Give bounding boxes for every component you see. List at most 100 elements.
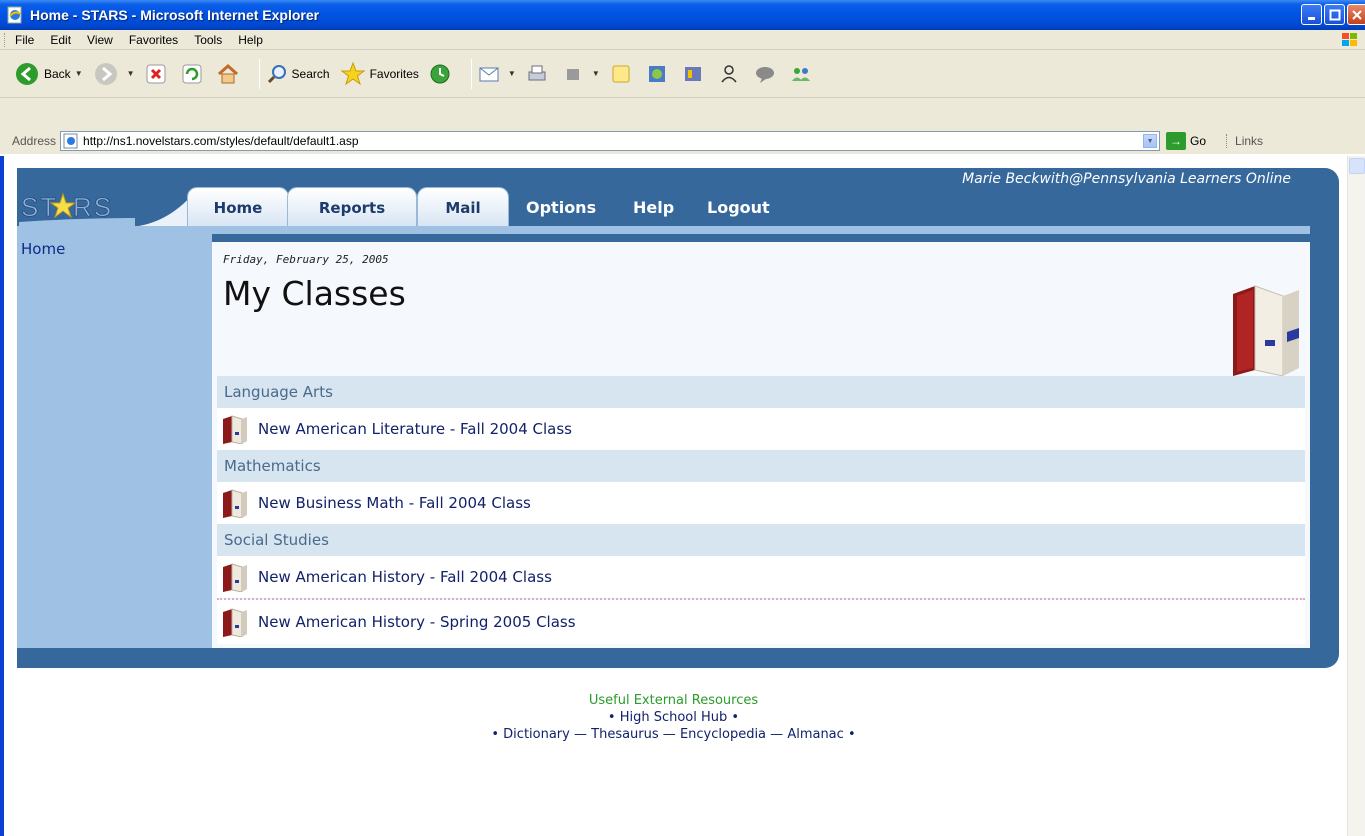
menu-edit[interactable]: Edit [48,33,73,47]
scroll-up-button[interactable] [1349,158,1365,174]
category-label: Mathematics [224,457,321,475]
print-icon [528,65,546,80]
home-button[interactable] [217,63,243,85]
category-social-studies: Social Studies [217,524,1305,556]
tab-underline [17,226,1310,234]
ie-page-icon [7,6,22,24]
back-dropdown-icon[interactable]: ▼ [75,69,83,78]
media-icon [684,66,701,81]
book-icon [223,563,247,592]
favorites-star-icon [340,61,366,85]
toolbar-grip[interactable] [4,32,7,47]
stars-logo[interactable]: ST RS [19,188,135,226]
nav-logout[interactable]: Logout [707,187,770,227]
address-url: http://ns1.novelstars.com/styles/default… [83,134,359,148]
category-mathematics: Mathematics [217,450,1305,482]
thesaurus-link[interactable]: Thesaurus [591,727,659,742]
dash-separator: — [662,727,676,742]
class-link[interactable]: New American Literature - Fall 2004 Clas… [258,420,572,438]
forward-button[interactable]: ▼ [93,61,135,87]
class-row[interactable]: New American History - Fall 2004 Class [217,556,1305,598]
high-school-hub-link[interactable]: High School Hub [620,710,728,725]
mail-dropdown-icon[interactable]: ▼ [508,69,516,78]
vertical-scrollbar[interactable] [1347,156,1365,836]
nav-help[interactable]: Help [633,187,674,227]
address-dropdown-button[interactable]: ▼ [1143,134,1158,148]
go-label: Go [1190,134,1207,148]
close-icon [1351,9,1362,20]
mail-button[interactable]: ▼ [478,63,516,85]
toolbar-separator [470,58,472,89]
resources-links-row: • Dictionary — Thesaurus — Encyclopedia … [0,726,1347,743]
refresh-button[interactable] [181,63,207,85]
person-icon [721,64,737,82]
links-toolbar[interactable]: Links [1226,134,1263,148]
class-row[interactable]: New American Literature - Fall 2004 Clas… [217,408,1305,450]
discuss-button[interactable] [610,63,636,85]
search-button[interactable]: Search [266,63,330,85]
favorites-button[interactable]: Favorites [340,61,419,87]
refresh-icon [182,64,202,83]
page-title: My Classes [223,274,406,313]
edit-button[interactable]: ▼ [562,63,600,85]
maximize-button[interactable] [1324,4,1345,25]
ie-toolbar: Back ▼ ▼ Search Favorites ▼ ▼ Address ht… [0,50,1365,154]
current-date: Friday, February 25, 2005 [223,253,389,266]
encyclopedia-link[interactable]: Encyclopedia [680,727,766,742]
menu-help[interactable]: Help [236,33,265,47]
menu-view[interactable]: View [85,33,115,47]
edit-dropdown-icon[interactable]: ▼ [592,69,600,78]
address-input[interactable]: http://ns1.novelstars.com/styles/default… [60,131,1161,151]
book-icon [223,608,247,637]
class-link[interactable]: New American History - Spring 2005 Class [258,613,576,631]
window-title: Home - STARS - Microsoft Internet Explor… [30,7,320,23]
menu-file[interactable]: File [13,33,36,47]
category-label: Language Arts [224,383,333,401]
media-button[interactable] [682,63,708,85]
history-button[interactable] [429,63,455,85]
menu-tools[interactable]: Tools [192,33,224,47]
main-content: Friday, February 25, 2005 My Classes Lan… [212,242,1310,648]
chat-icon [755,66,774,83]
category-language-arts: Language Arts [217,376,1305,408]
sidebar-home-link[interactable]: Home [21,240,65,258]
stop-button[interactable] [145,63,171,85]
minimize-button[interactable] [1301,4,1322,25]
tab-reports[interactable]: Reports [287,187,417,227]
bullet: • [607,710,616,725]
tab-home[interactable]: Home [187,187,289,227]
class-link[interactable]: New American History - Fall 2004 Class [258,568,552,586]
menu-favorites[interactable]: Favorites [127,33,180,47]
tab-mail[interactable]: Mail [417,187,509,227]
class-link[interactable]: New Business Math - Fall 2004 Class [258,494,531,512]
resources-hub-row: • High School Hub • [0,709,1347,726]
tab-home-label: Home [213,198,263,217]
toolbar-separator [258,58,260,89]
back-button[interactable]: Back ▼ [14,61,83,87]
history-icon [430,64,450,83]
stars-app: Marie Beckwith@Pennsylvania Learners Onl… [17,168,1339,668]
forward-dropdown-icon[interactable]: ▼ [127,69,135,78]
messenger-button[interactable] [718,63,744,85]
almanac-link[interactable]: Almanac [787,727,844,742]
dictionary-link[interactable]: Dictionary [503,727,570,742]
go-arrow-icon: → [1166,132,1187,150]
svg-text:RS: RS [73,192,113,222]
user-info: Marie Beckwith@Pennsylvania Learners Onl… [962,171,1291,187]
class-row[interactable]: New American History - Spring 2005 Class [217,600,1305,644]
dash-separator: — [770,727,784,742]
research-button[interactable] [646,63,672,85]
close-button[interactable] [1347,4,1365,25]
book-icon [223,415,247,444]
favorites-label: Favorites [369,66,419,81]
chat-button[interactable] [754,63,780,85]
page-icon [63,133,78,149]
nav-options[interactable]: Options [526,187,596,227]
go-button[interactable]: → Go [1166,132,1206,150]
back-label: Back [44,66,71,81]
books-icon [1233,285,1299,376]
class-row[interactable]: New Business Math - Fall 2004 Class [217,482,1305,524]
contacts-button[interactable] [790,63,816,85]
home-icon [217,63,238,83]
print-button[interactable] [526,63,552,85]
